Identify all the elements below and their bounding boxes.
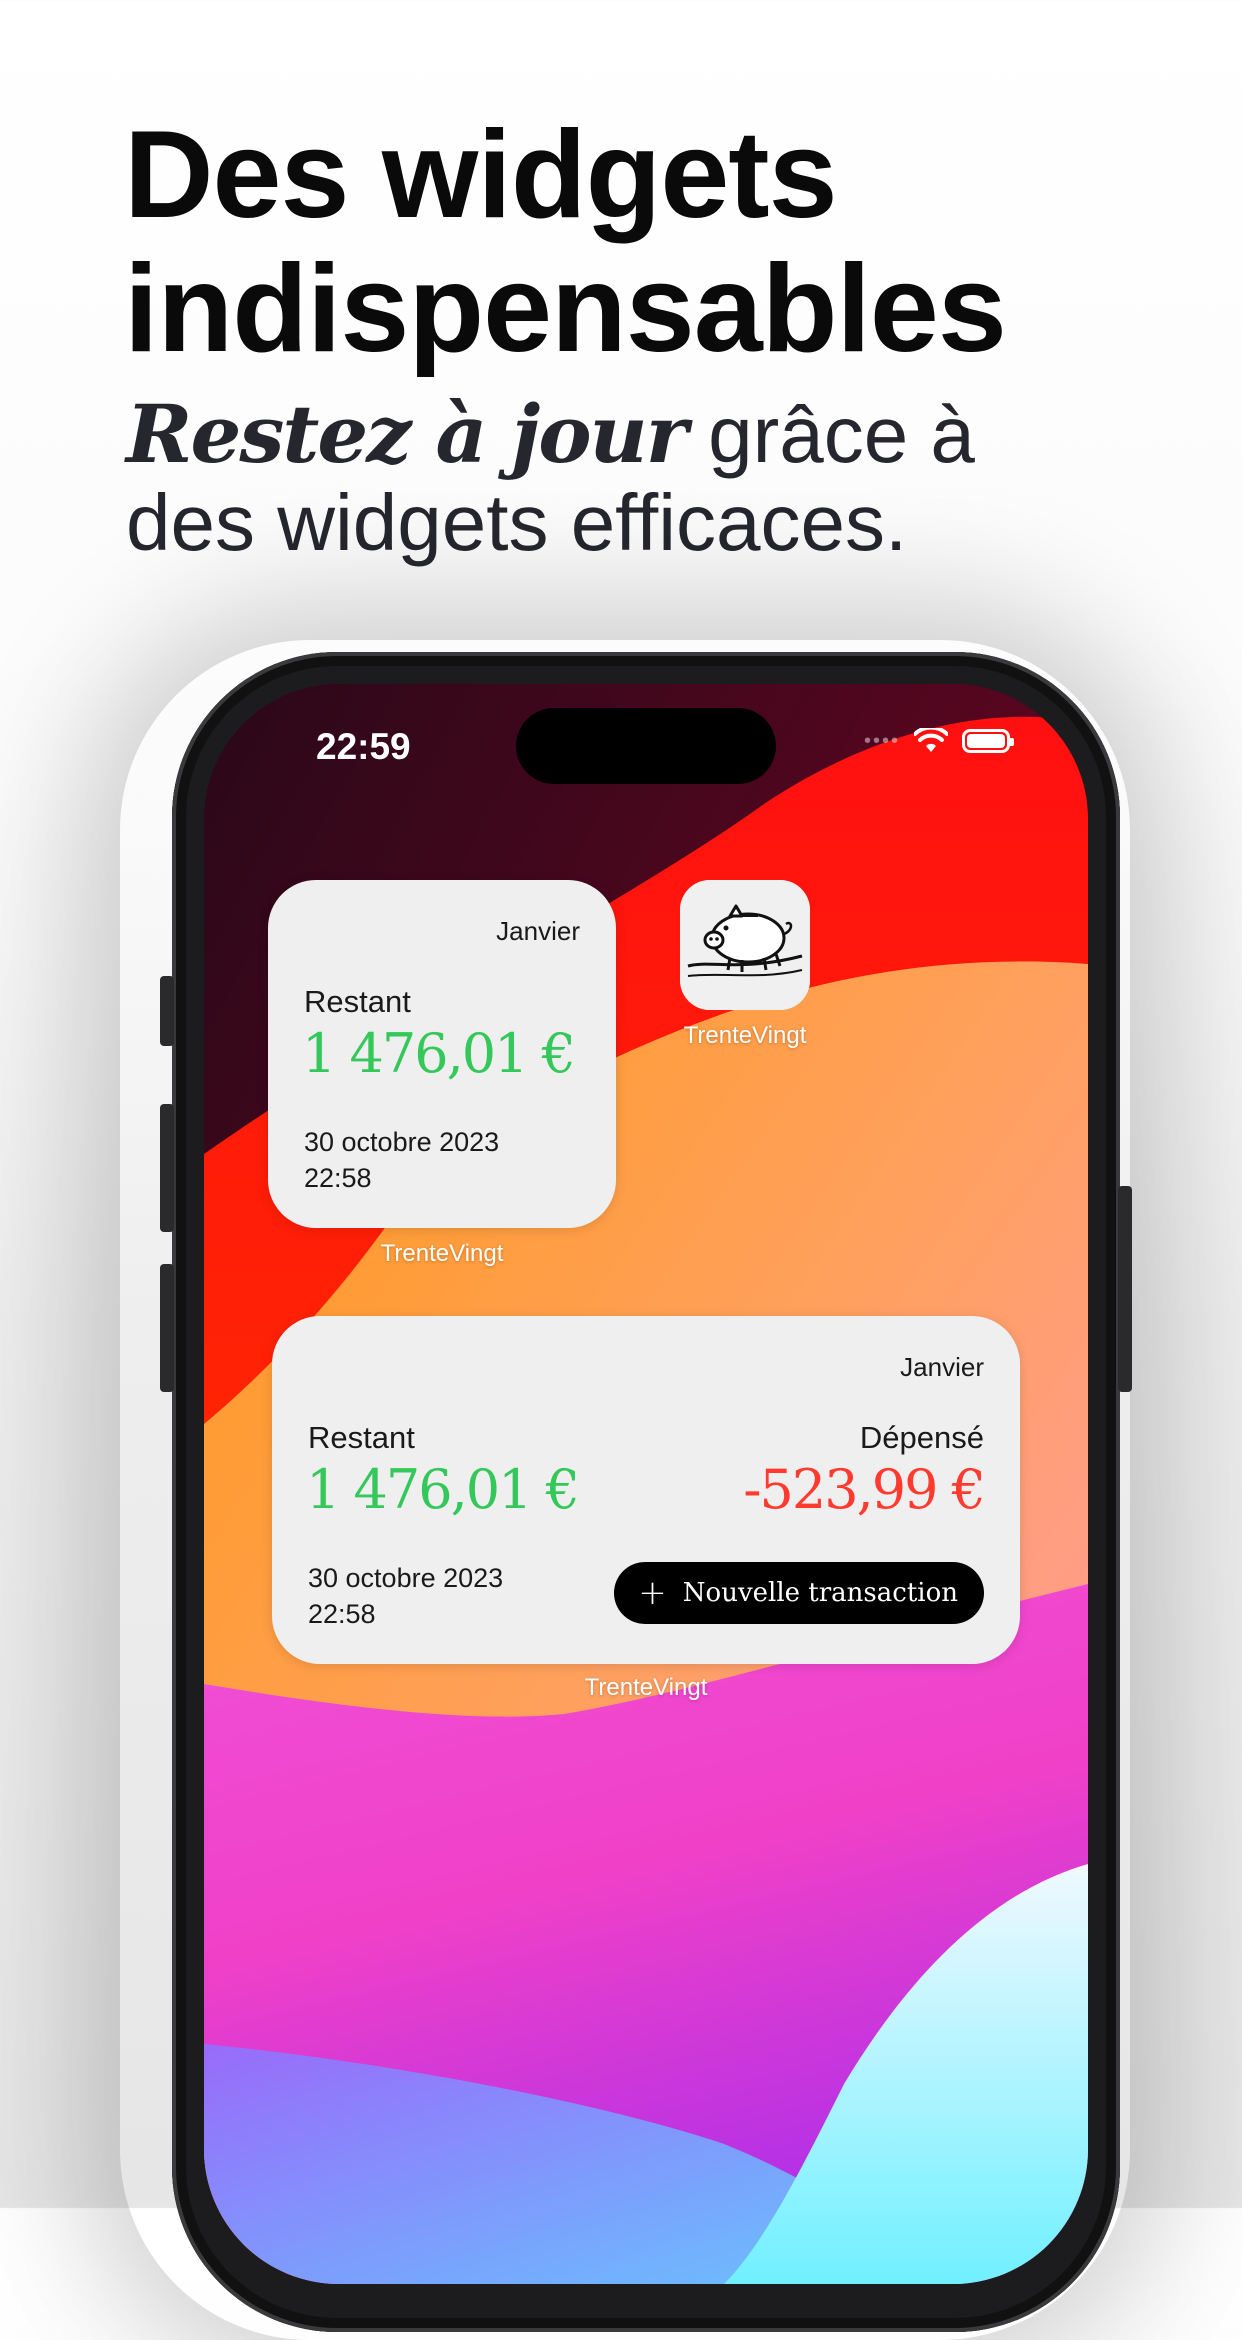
battery-icon: [962, 729, 1014, 753]
piggy-bank-icon: [680, 880, 810, 1010]
volume-up-button: [160, 1104, 174, 1232]
plus-icon: +: [638, 1573, 667, 1613]
update-date: 30 octobre 2023 22:58: [304, 1124, 499, 1196]
status-icons: ••••: [863, 728, 1014, 754]
small-widget-caption: TrenteVingt: [380, 1240, 504, 1267]
update-date-time: 22:58: [308, 1599, 376, 1629]
widget-month: Janvier: [496, 916, 580, 946]
headline-line-1: Des widgets: [124, 106, 838, 244]
headline: Des widgets indispensables: [124, 106, 1007, 378]
trentevingt-app-icon[interactable]: [680, 880, 810, 1010]
volume-down-button: [160, 1264, 174, 1392]
app-icon-label: TrenteVingt: [683, 1022, 807, 1049]
dynamic-island: [516, 708, 776, 784]
new-transaction-button[interactable]: + Nouvelle transaction: [614, 1562, 984, 1624]
update-date-day: 30 octobre 2023: [304, 1127, 500, 1157]
wifi-icon: [914, 728, 948, 752]
subheadline-line-2: des widgets efficaces.: [126, 478, 908, 567]
update-date-time: 22:58: [304, 1163, 372, 1193]
remaining-amount: 1 476,01 €: [302, 1022, 576, 1085]
small-balance-widget[interactable]: Janvier Restant 1 476,01 € 30 octobre 20…: [268, 880, 616, 1228]
status-bar: 22:59 ••••: [204, 684, 1088, 804]
spent-label: Dépensé: [859, 1420, 984, 1455]
remaining-label: Restant: [308, 1420, 415, 1455]
new-transaction-label: Nouvelle transaction: [682, 1578, 958, 1608]
medium-balance-widget[interactable]: Janvier Restant 1 476,01 € Dépensé -523,…: [272, 1316, 1020, 1664]
subheadline: Restez à jour grâce à des widgets effica…: [126, 390, 975, 567]
subheadline-rest: grâce à: [685, 390, 975, 479]
status-time: 22:59: [316, 726, 411, 767]
headline-line-2: indispensables: [124, 240, 1007, 378]
action-button: [160, 976, 174, 1046]
subheadline-accent: Restez à jour: [126, 387, 688, 481]
widget-month: Janvier: [900, 1352, 984, 1382]
medium-widget-caption: TrenteVingt: [584, 1674, 708, 1701]
spent-amount: -523,99 €: [743, 1458, 986, 1521]
update-date: 30 octobre 2023 22:58: [308, 1560, 503, 1632]
update-date-day: 30 octobre 2023: [308, 1563, 504, 1593]
home-screen: 22:59 •••• Janvier Restant 1 476,01 € 30…: [204, 684, 1088, 2284]
signal-dots: ••••: [863, 729, 900, 752]
remaining-amount: 1 476,01 €: [306, 1458, 580, 1521]
power-button: [1118, 1186, 1132, 1392]
remaining-label: Restant: [304, 984, 411, 1019]
